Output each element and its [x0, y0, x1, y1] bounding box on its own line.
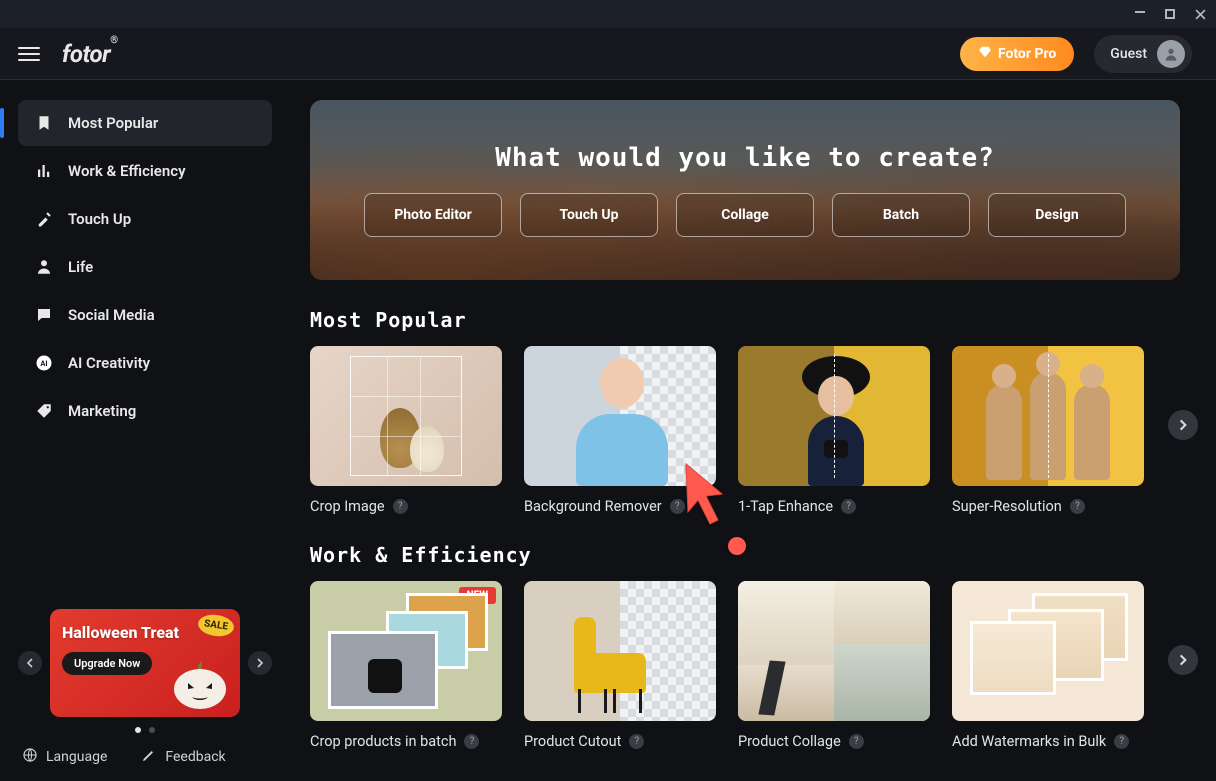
- help-icon[interactable]: ?: [849, 734, 864, 749]
- card-label: Crop products in batch: [310, 733, 456, 750]
- help-icon[interactable]: ?: [393, 499, 408, 514]
- bars-icon: [34, 161, 54, 181]
- sidebar-item-touch-up[interactable]: Touch Up: [18, 196, 272, 242]
- sidebar: Most Popular Work & Efficiency Touch Up …: [0, 80, 290, 781]
- sidebar-item-ai-creativity[interactable]: AI AI Creativity: [18, 340, 272, 386]
- help-icon[interactable]: ?: [1114, 734, 1129, 749]
- person-icon: [34, 257, 54, 277]
- feedback-button[interactable]: Feedback: [141, 747, 225, 767]
- card-thumb: [524, 346, 716, 486]
- hero-collage-button[interactable]: Collage: [676, 193, 814, 237]
- card-label: 1-Tap Enhance: [738, 498, 833, 515]
- promo-carousel: SALE Halloween Treat Upgrade Now: [18, 609, 272, 717]
- language-button[interactable]: Language: [22, 747, 107, 767]
- card-label: Product Cutout: [524, 733, 621, 750]
- hero-title: What would you like to create?: [495, 143, 995, 173]
- card-super-resolution[interactable]: Super-Resolution?: [952, 346, 1144, 515]
- hero-batch-button[interactable]: Batch: [832, 193, 970, 237]
- app-header: fotor® Fotor Pro Guest: [0, 28, 1216, 80]
- brand-name: fotor: [62, 40, 110, 68]
- work-grid: NEW Crop products in batch? Product Cuto…: [310, 581, 1180, 750]
- help-icon[interactable]: ?: [1070, 499, 1085, 514]
- chat-icon: [34, 305, 54, 325]
- hero-banner: What would you like to create? Photo Edi…: [310, 100, 1180, 280]
- section-title-popular: Most Popular: [310, 308, 1180, 332]
- card-thumb: NEW: [310, 581, 502, 721]
- wand-icon: [34, 209, 54, 229]
- card-1tap-enhance[interactable]: 1-Tap Enhance?: [738, 346, 930, 515]
- sidebar-nav: Most Popular Work & Efficiency Touch Up …: [18, 100, 272, 434]
- promo-cta: Upgrade Now: [62, 652, 152, 675]
- sidebar-item-marketing[interactable]: Marketing: [18, 388, 272, 434]
- card-thumb: [310, 346, 502, 486]
- account-button[interactable]: Guest: [1094, 35, 1192, 73]
- card-product-collage[interactable]: Product Collage?: [738, 581, 930, 750]
- hero-photo-editor-button[interactable]: Photo Editor: [364, 193, 502, 237]
- sidebar-item-social-media[interactable]: Social Media: [18, 292, 272, 338]
- section-title-work: Work & Efficiency: [310, 543, 1180, 567]
- menu-button[interactable]: [18, 47, 40, 61]
- card-thumb: [738, 346, 930, 486]
- main-content: What would you like to create? Photo Edi…: [290, 80, 1216, 781]
- sidebar-item-label: Social Media: [68, 306, 155, 324]
- card-add-watermarks-bulk[interactable]: Add Watermarks in Bulk?: [952, 581, 1144, 750]
- card-label: Crop Image: [310, 498, 385, 515]
- card-crop-products-batch[interactable]: NEW Crop products in batch?: [310, 581, 502, 750]
- card-crop-image[interactable]: Crop Image?: [310, 346, 502, 515]
- sidebar-item-label: AI Creativity: [68, 354, 150, 372]
- promo-card[interactable]: SALE Halloween Treat Upgrade Now: [50, 609, 240, 717]
- ai-icon: AI: [34, 353, 54, 373]
- window-maximize[interactable]: [1164, 8, 1176, 20]
- popular-next-button[interactable]: [1168, 410, 1198, 440]
- avatar-icon: [1157, 40, 1185, 68]
- help-icon[interactable]: ?: [670, 499, 685, 514]
- brand-logo[interactable]: fotor®: [62, 40, 118, 68]
- help-icon[interactable]: ?: [629, 734, 644, 749]
- card-label: Super-Resolution: [952, 498, 1062, 515]
- sidebar-item-label: Work & Efficiency: [68, 162, 186, 180]
- sidebar-item-work-efficiency[interactable]: Work & Efficiency: [18, 148, 272, 194]
- card-product-cutout[interactable]: Product Cutout?: [524, 581, 716, 750]
- card-thumb: [524, 581, 716, 721]
- hero-design-button[interactable]: Design: [988, 193, 1126, 237]
- card-thumb: [738, 581, 930, 721]
- sidebar-item-most-popular[interactable]: Most Popular: [18, 100, 272, 146]
- upgrade-pro-button[interactable]: Fotor Pro: [960, 37, 1074, 71]
- card-label: Product Collage: [738, 733, 841, 750]
- card-label: Background Remover: [524, 498, 662, 515]
- sidebar-item-label: Touch Up: [68, 210, 131, 228]
- sidebar-item-life[interactable]: Life: [18, 244, 272, 290]
- window-close[interactable]: [1194, 8, 1206, 20]
- card-thumb: [952, 346, 1144, 486]
- feedback-label: Feedback: [165, 749, 225, 765]
- diamond-icon: [978, 45, 992, 63]
- card-label: Add Watermarks in Bulk: [952, 733, 1106, 750]
- bookmark-icon: [34, 113, 54, 133]
- tag-icon: [34, 401, 54, 421]
- sidebar-item-label: Life: [68, 258, 93, 276]
- work-next-button[interactable]: [1168, 645, 1198, 675]
- sidebar-item-label: Most Popular: [68, 114, 158, 132]
- window-titlebar: [0, 0, 1216, 28]
- account-label: Guest: [1110, 46, 1147, 62]
- help-icon[interactable]: ?: [841, 499, 856, 514]
- card-background-remover[interactable]: Background Remover?: [524, 346, 716, 515]
- globe-icon: [22, 747, 38, 767]
- popular-grid: Crop Image? Background Remover? 1-Tap En…: [310, 346, 1180, 515]
- brand-registered: ®: [110, 35, 117, 46]
- pencil-icon: [141, 747, 157, 767]
- sidebar-item-label: Marketing: [68, 402, 136, 420]
- help-icon[interactable]: ?: [464, 734, 479, 749]
- sidebar-footer: Language Feedback: [18, 733, 272, 767]
- window-minimize[interactable]: [1134, 8, 1146, 20]
- language-label: Language: [46, 749, 107, 765]
- svg-text:AI: AI: [40, 359, 47, 368]
- upgrade-pro-label: Fotor Pro: [998, 46, 1056, 62]
- pumpkin-icon: [168, 649, 232, 713]
- card-thumb: [952, 581, 1144, 721]
- promo-prev-button[interactable]: [18, 651, 42, 675]
- promo-next-button[interactable]: [248, 651, 272, 675]
- hero-touch-up-button[interactable]: Touch Up: [520, 193, 658, 237]
